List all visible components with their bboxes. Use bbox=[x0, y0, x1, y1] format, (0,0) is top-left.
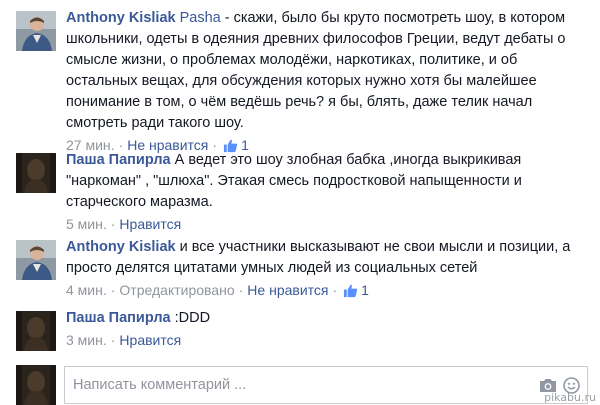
like-link[interactable]: Нравится bbox=[119, 216, 181, 232]
edited-label[interactable]: Отредактировано bbox=[119, 282, 234, 298]
thumbs-up-icon[interactable] bbox=[343, 283, 358, 298]
comment-author-link[interactable]: Паша Папирла bbox=[66, 310, 171, 326]
like-count[interactable]: 1 bbox=[361, 282, 369, 298]
meta-separator: · bbox=[110, 332, 116, 348]
meta-separator: · bbox=[332, 282, 338, 298]
comment-text: - скажи, было бы круто посмотреть шоу, в… bbox=[66, 10, 566, 131]
avatar[interactable] bbox=[16, 11, 56, 51]
unlike-link[interactable]: Не нравится bbox=[247, 282, 328, 298]
meta-separator: · bbox=[110, 216, 116, 232]
comment-thread: Anthony Kisliak Pasha - скажи, было бы к… bbox=[0, 0, 600, 405]
comment-meta: 4 мин. · Отредактировано · Не нравится · 1 bbox=[66, 280, 586, 300]
comment-timestamp[interactable]: 5 мин. bbox=[66, 216, 107, 232]
avatar[interactable] bbox=[16, 240, 56, 280]
avatar[interactable] bbox=[16, 311, 56, 351]
comment-body: Паша Папирла :DDD 3 мин. · Нравится bbox=[66, 308, 586, 350]
comment-timestamp[interactable]: 4 мин. bbox=[66, 282, 107, 298]
meta-separator: · bbox=[238, 282, 244, 298]
like-link[interactable]: Нравится bbox=[119, 332, 181, 348]
comment-author-link[interactable]: Паша Папирла bbox=[66, 152, 171, 168]
comment-input[interactable] bbox=[65, 367, 525, 403]
comment-author-link[interactable]: Anthony Kisliak bbox=[66, 239, 176, 255]
comment-timestamp[interactable]: 3 мин. bbox=[66, 332, 107, 348]
watermark: pikabu.ru bbox=[544, 391, 596, 404]
comment-body: Anthony Kisliak и все участники высказыв… bbox=[66, 237, 586, 300]
comment-input-box bbox=[64, 366, 588, 404]
comment-mention-link[interactable]: Pasha bbox=[180, 10, 221, 26]
meta-separator: · bbox=[110, 282, 116, 298]
comment-author-link[interactable]: Anthony Kisliak bbox=[66, 10, 176, 26]
comment-meta: 5 мин. · Нравится bbox=[66, 214, 586, 234]
comment-body: Anthony Kisliak Pasha - скажи, было бы к… bbox=[66, 8, 586, 155]
avatar[interactable] bbox=[16, 153, 56, 193]
comment-body: Паша Папирла А ведет это шоу злобная баб… bbox=[66, 150, 586, 234]
comment-composer bbox=[0, 362, 600, 405]
avatar bbox=[16, 365, 56, 405]
comment-text: :DDD bbox=[170, 310, 211, 326]
comment-meta: 3 мин. · Нравится bbox=[66, 330, 586, 350]
